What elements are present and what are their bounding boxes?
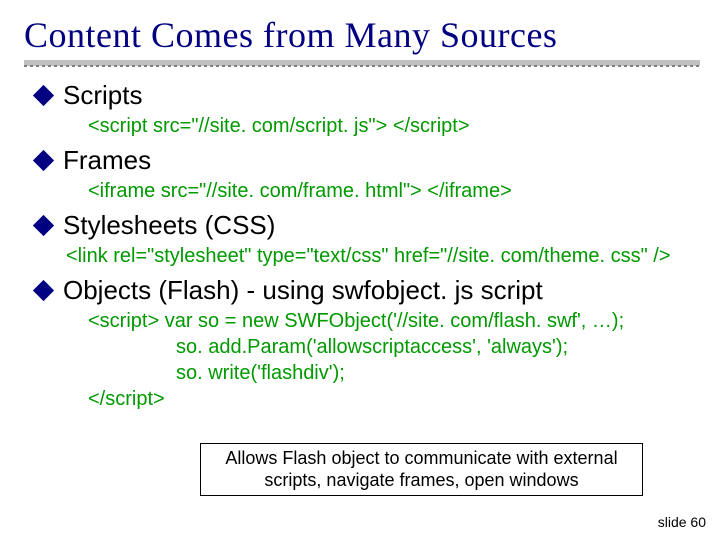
heading-label: Objects (Flash) - using swfobject. js sc… xyxy=(63,275,543,306)
heading-label: Stylesheets (CSS) xyxy=(63,210,275,241)
diamond-bullet-icon xyxy=(33,150,54,171)
code-line: var so = new SWFObject('//site. com/flas… xyxy=(165,310,624,332)
code-line: so. add.Param('allowscriptaccess', 'alwa… xyxy=(176,334,568,360)
section-stylesheets: Stylesheets (CSS) <link rel="stylesheet"… xyxy=(34,210,700,269)
code-scripts: <script src="//site. com/script. js"> </… xyxy=(88,113,700,139)
code-close: </script> xyxy=(88,388,165,410)
section-scripts: Scripts <script src="//site. com/script.… xyxy=(34,80,700,139)
diamond-bullet-icon xyxy=(33,215,54,236)
diamond-bullet-icon xyxy=(33,85,54,106)
heading-row: Frames xyxy=(34,145,700,176)
code-open: <script> xyxy=(88,310,159,332)
heading-label: Frames xyxy=(63,145,151,176)
callout-box: Allows Flash object to communicate with … xyxy=(200,443,643,496)
code-objects: <script> var so = new SWFObject('//site.… xyxy=(88,308,700,412)
code-line: so. write('flashdiv'); xyxy=(176,360,345,386)
section-objects: Objects (Flash) - using swfobject. js sc… xyxy=(34,275,700,412)
heading-row: Stylesheets (CSS) xyxy=(34,210,700,241)
section-frames: Frames <iframe src="//site. com/frame. h… xyxy=(34,145,700,204)
slide-number: slide 60 xyxy=(658,514,706,530)
code-frames: <iframe src="//site. com/frame. html"> <… xyxy=(88,178,700,204)
heading-label: Scripts xyxy=(63,80,142,111)
code-stylesheets: <link rel="stylesheet" type="text/css" h… xyxy=(66,243,700,269)
heading-row: Scripts xyxy=(34,80,700,111)
diamond-bullet-icon xyxy=(33,280,54,301)
heading-row: Objects (Flash) - using swfobject. js sc… xyxy=(34,275,700,306)
title-rule xyxy=(24,60,700,66)
slide-title: Content Comes from Many Sources xyxy=(24,14,700,56)
slide: Content Comes from Many Sources Scripts … xyxy=(0,0,720,540)
